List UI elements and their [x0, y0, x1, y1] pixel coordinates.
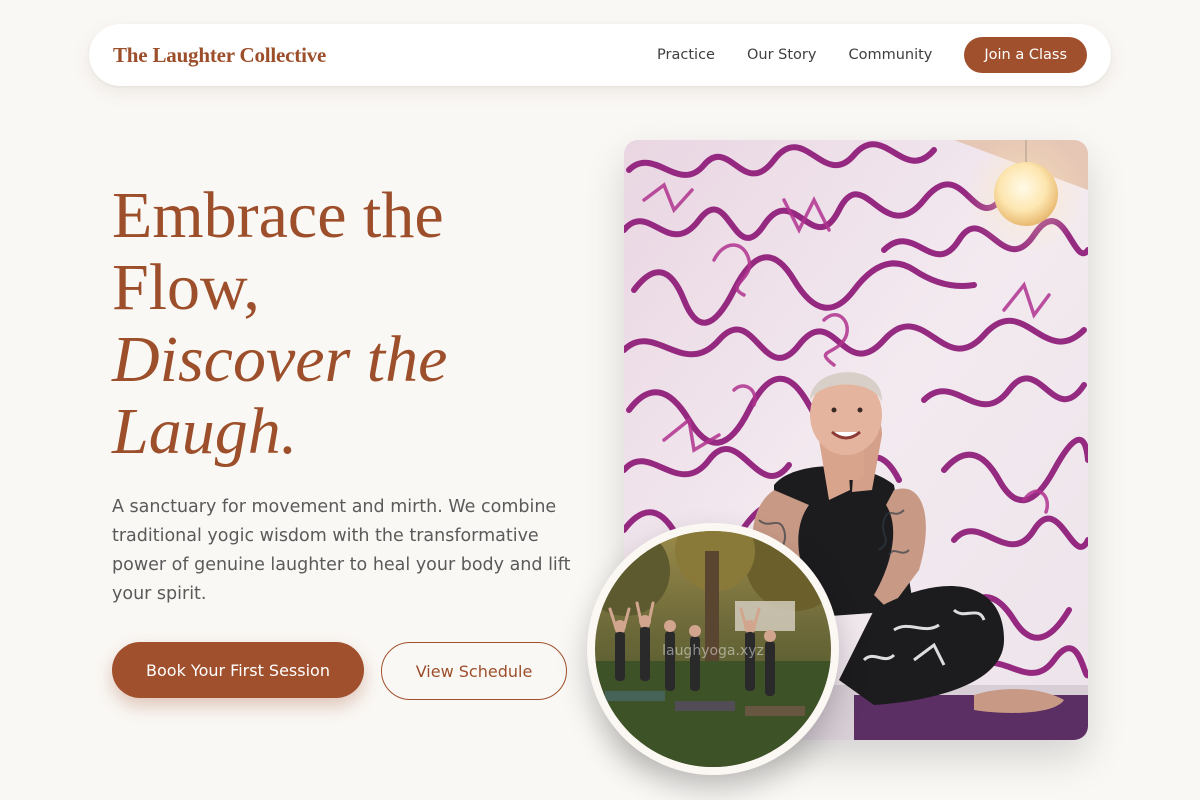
join-class-button[interactable]: Join a Class — [964, 37, 1087, 73]
view-schedule-button[interactable]: View Schedule — [381, 642, 567, 700]
headline-line-2: Flow, — [112, 251, 260, 324]
nav-link-practice[interactable]: Practice — [657, 47, 715, 63]
photo-watermark: laughyoga.xyz — [662, 643, 764, 659]
headline-line-1: Embrace the — [112, 179, 444, 252]
book-first-session-button[interactable]: Book Your First Session — [112, 642, 364, 698]
brand-logo[interactable]: The Laughter Collective — [113, 43, 326, 68]
nav-links: Practice Our Story Community Join a Clas… — [657, 37, 1087, 73]
nav-link-our-story[interactable]: Our Story — [747, 47, 816, 63]
headline-line-3: Discover the — [112, 323, 448, 396]
hero-headline: Embrace the Flow, Discover the Laugh. — [112, 180, 582, 468]
hero-description: A sanctuary for movement and mirth. We c… — [112, 497, 571, 604]
top-nav: The Laughter Collective Practice Our Sto… — [89, 24, 1111, 86]
headline-line-4: Laugh. — [112, 395, 298, 468]
group-class-photo: laughyoga.xyz — [587, 523, 839, 775]
nav-link-community[interactable]: Community — [848, 47, 932, 63]
group-class-photo-inner: laughyoga.xyz — [595, 531, 831, 767]
